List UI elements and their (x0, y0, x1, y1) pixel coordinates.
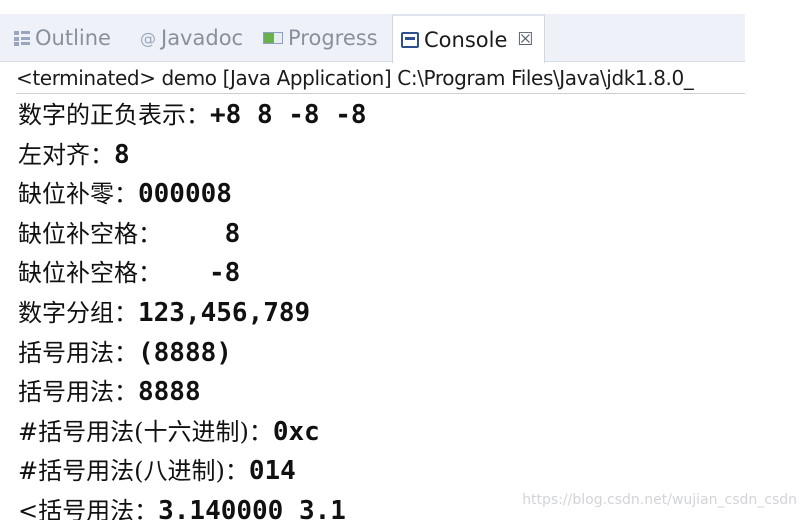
console-line: 缺位补零：000008 (18, 175, 748, 215)
tab-console[interactable]: Console ☒ (392, 14, 545, 63)
console-line: 缺位补空格： 8 (18, 215, 748, 255)
console-icon (401, 31, 419, 48)
console-output: 数字的正负表示：+8 8 -8 -8 左对齐：8 缺位补零：000008 缺位补… (18, 96, 748, 520)
tab-javadoc[interactable]: @ Javadoc (140, 14, 243, 62)
console-line-label: 括号用法： (18, 378, 138, 407)
tab-progress[interactable]: Progress (263, 14, 378, 62)
console-line: #括号用法(八进制)：014 (18, 452, 748, 492)
console-line-label: 数字的正负表示： (18, 101, 210, 129)
progress-icon (263, 32, 283, 44)
console-line-label: #括号用法(十六进制)： (18, 417, 273, 446)
console-line: 左对齐：8 (18, 136, 748, 176)
console-line-label: 数字分组： (18, 298, 138, 327)
console-line: 括号用法：(8888) (18, 334, 748, 374)
console-line-value: 8888 (138, 377, 201, 408)
console-line-value: 000008 (138, 179, 232, 210)
console-line-label: <括号用法： (18, 496, 159, 520)
console-line-value: 0xc (272, 416, 320, 447)
javadoc-icon: @ (140, 28, 156, 48)
tab-javadoc-label: Javadoc (161, 26, 244, 50)
view-tab-bar: Outline @ Javadoc Progress Console ☒ (0, 14, 745, 63)
console-line-value: 3.140000 3.1 (158, 495, 346, 520)
outline-icon (14, 30, 30, 46)
tab-outline[interactable]: Outline (14, 14, 111, 62)
console-line-value: 8 (162, 218, 241, 249)
console-status-line: <terminated> demo [Java Application] C:\… (16, 62, 745, 94)
console-line-value: 8 (114, 139, 130, 170)
console-line-value: 123,456,789 (138, 297, 311, 328)
console-line-label: 缺位补零： (18, 180, 138, 209)
tab-progress-label: Progress (288, 26, 378, 50)
watermark: https://blog.csdn.net/wujian_csdn_csdn (522, 492, 797, 508)
console-line-value: -8 (162, 258, 241, 289)
console-line-value: (8888) (138, 337, 232, 368)
console-line-value: +8 8 -8 -8 (210, 100, 367, 130)
console-line-label: 左对齐： (18, 140, 114, 169)
console-line-label: 缺位补空格： (18, 259, 162, 288)
console-line: 数字分组：123,456,789 (18, 294, 748, 334)
console-line: 缺位补空格： -8 (18, 254, 748, 294)
tab-console-label: Console (424, 27, 508, 52)
console-line-label: #括号用法(八进制)： (18, 457, 249, 486)
console-line: #括号用法(十六进制)：0xc (18, 413, 748, 453)
tab-outline-label: Outline (35, 26, 111, 50)
console-line-label: 括号用法： (18, 338, 138, 367)
console-line: 括号用法：8888 (18, 373, 748, 413)
console-line-value: 014 (248, 456, 296, 487)
close-icon[interactable]: ☒ (517, 29, 533, 50)
console-line: 数字的正负表示：+8 8 -8 -8 (18, 96, 748, 136)
console-view: Outline @ Javadoc Progress Console ☒ <te… (0, 0, 805, 520)
console-line-label: 缺位补空格： (18, 219, 162, 248)
